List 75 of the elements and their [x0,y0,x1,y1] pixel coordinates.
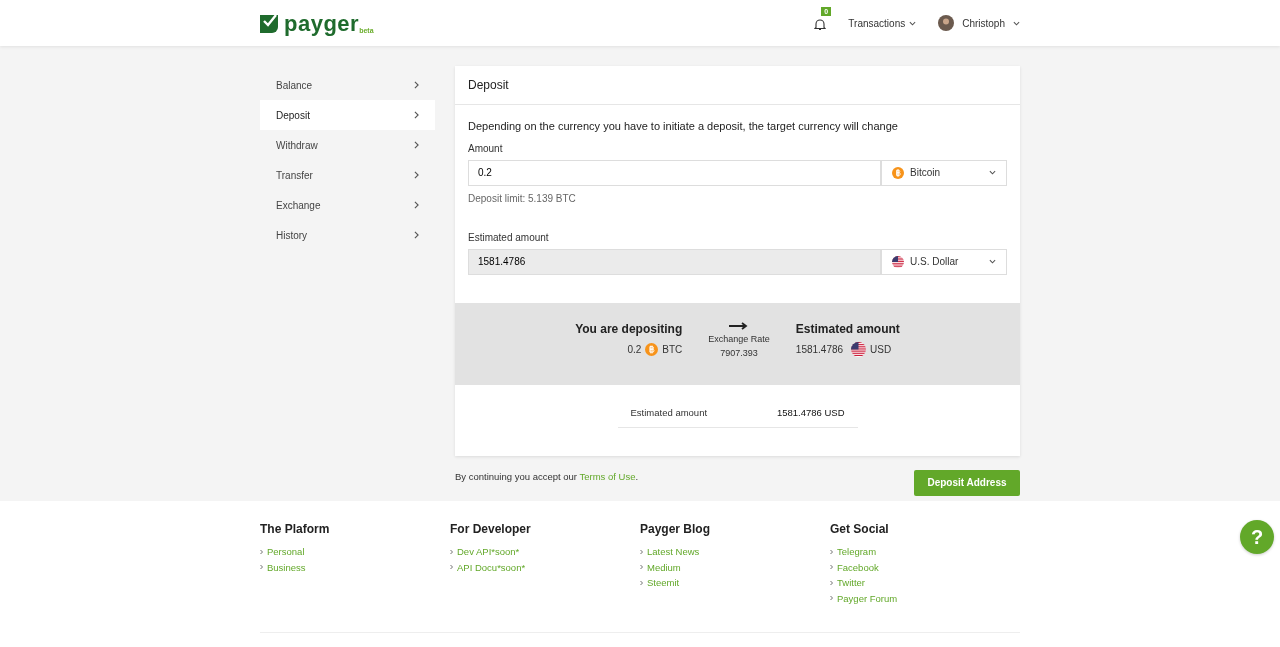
rate-value: 7907.393 [719,346,759,360]
bell-icon[interactable] [814,17,827,31]
caret-icon [1013,20,1020,26]
bitcoin-icon [892,166,904,179]
caret-icon [909,20,917,26]
field-label: Amount [468,141,504,156]
sidebar-item[interactable]: History [260,220,435,250]
footer-link[interactable]: Latest News [647,544,700,560]
transactions-menu[interactable]: Transactions [848,15,917,31]
intro-text: Depending on the currency you have to initiate a deposit, the target currency will change [468,119,899,134]
chevron-icon [640,579,643,586]
caret-icon [989,170,996,175]
deposit-limit: Deposit limit: 5.139 BTC [468,191,577,206]
summary-heading: You are depositing [575,320,683,338]
footer-link[interactable]: Payger Forum [837,590,898,606]
caret-icon [989,259,996,264]
footer-link[interactable]: Business [267,559,306,575]
help-button[interactable]: ? [1240,520,1274,554]
footer-heading: Payger Blog [640,521,712,538]
card-title: Deposit [455,66,1020,105]
footer-link[interactable]: Dev API*soon* [457,544,520,560]
total-value: 1581.4786 USD [776,405,845,420]
footer-link[interactable]: Facebook [837,559,879,575]
chevron-icon [414,81,419,89]
chevron-icon [830,564,833,571]
currency-select[interactable]: Bitcoin [881,159,1007,186]
logo-text: payger [284,9,360,38]
footer-link[interactable]: Telegram [837,544,877,560]
terms-text: By continuing you accept our Terms of Use. [455,469,639,484]
rate-label: Exchange Rate [708,333,770,346]
summary-value: 0.2 [627,342,642,357]
currency-select[interactable]: U.S. Dollar [881,248,1007,275]
chevron-icon [450,548,453,555]
total-label: Estimated amount [630,405,708,420]
chevron-icon [260,548,263,555]
footer-heading: For Developer [450,521,532,538]
chevron-icon [830,579,833,586]
amount-input[interactable]: 0.2 [468,159,881,186]
footer-heading: Get Social [830,521,890,538]
flag-icon [851,341,867,357]
chevron-icon [260,564,263,571]
user-menu[interactable]: Christoph [938,15,1020,31]
chevron-icon [414,171,419,179]
footer-link[interactable]: Medium [647,559,681,575]
field-label: Estimated amount [468,230,550,245]
chevron-icon [414,141,419,149]
chevron-icon [640,548,643,555]
chevron-icon [640,564,643,571]
chevron-icon [830,595,833,602]
logo-icon [260,13,280,33]
chevron-icon [414,201,419,209]
footer-link[interactable]: Twitter [837,575,865,591]
footer-link[interactable]: Steemit [647,575,680,591]
sidebar-item[interactable]: Deposit [260,100,435,130]
chevron-icon [450,564,453,571]
sidebar-item[interactable]: Balance [260,70,435,100]
sidebar-item[interactable]: Transfer [260,160,435,190]
summary-heading: Estimated amount [795,320,900,338]
footer-link[interactable]: API Docu*soon* [457,559,526,575]
chevron-icon [414,231,419,239]
arrow-icon [729,322,750,331]
footer-link[interactable]: Personal [267,544,305,560]
sidebar-item[interactable]: Exchange [260,190,435,220]
footer-heading: The Plaform [260,521,331,538]
sidebar-item[interactable]: Withdraw [260,130,435,160]
deposit-address-button[interactable]: Deposit Address [914,469,1020,496]
estimated-input[interactable]: 1581.4786 [468,248,881,275]
avatar-icon [938,15,955,31]
currency-code: USD [870,342,892,357]
chevron-icon [830,548,833,555]
bitcoin-icon [645,342,659,356]
currency-code: BTC [662,342,683,357]
summary-value: 1581.4786 [795,342,844,357]
chevron-icon [414,111,419,119]
flag-icon [892,255,904,268]
